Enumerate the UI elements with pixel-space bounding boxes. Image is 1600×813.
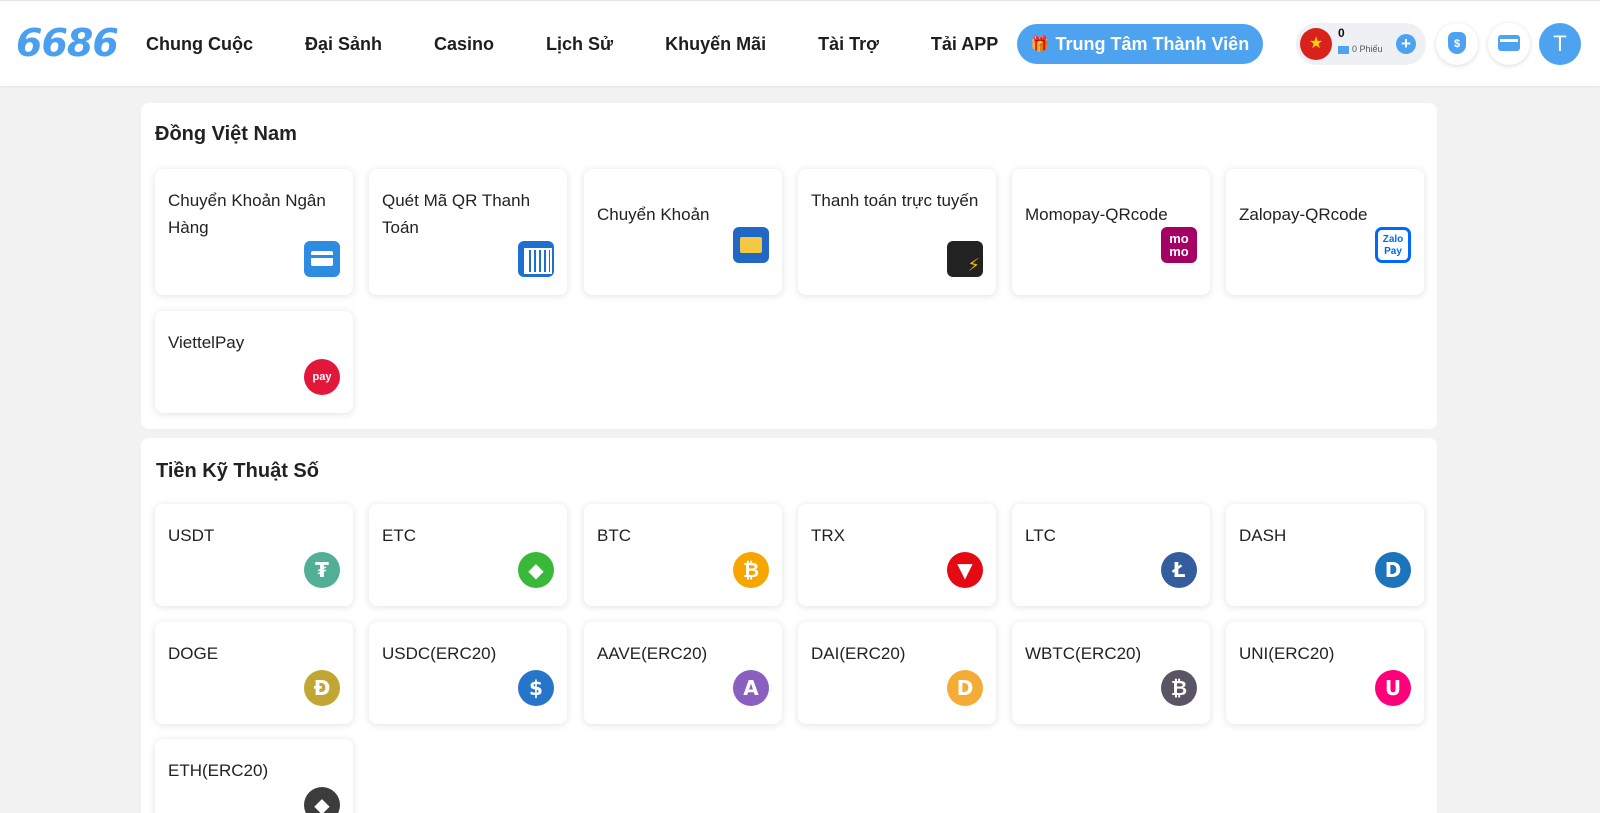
online-payment-icon: [947, 241, 983, 277]
ltc-icon: Ł: [1161, 552, 1197, 588]
coin-card-usdt[interactable]: USDT ₮: [155, 504, 353, 606]
coin-label: ETH(ERC20): [168, 761, 269, 780]
method-label: ViettelPay: [168, 333, 245, 352]
nav-tai-app[interactable]: Tải APP: [931, 34, 998, 55]
coin-label: LTC: [1025, 526, 1056, 545]
coin-card-ltc[interactable]: LTC Ł: [1012, 504, 1210, 606]
method-label: Zalopay-QRcode: [1239, 205, 1368, 224]
qr-code-icon: [518, 241, 554, 277]
ticket-icon: [1338, 45, 1349, 54]
coin-card-etc[interactable]: ETC ◆: [369, 504, 567, 606]
uni-icon: U: [1375, 670, 1411, 706]
coin-card-wbtc-erc20[interactable]: WBTC(ERC20) ₿: [1012, 622, 1210, 724]
coin-card-aave-erc20[interactable]: AAVE(ERC20) A: [584, 622, 782, 724]
coin-card-eth-erc20[interactable]: ETH(ERC20) ◆: [155, 739, 353, 813]
method-zalopay[interactable]: Zalopay-QRcode Zalo Pay: [1226, 169, 1424, 295]
coin-label: USDC(ERC20): [382, 644, 497, 663]
top-header: 6686 Chung Cuộc Đại Sảnh Casino Lịch Sử …: [0, 0, 1600, 86]
coin-card-dai-erc20[interactable]: DAI(ERC20) D: [798, 622, 996, 724]
nav-casino[interactable]: Casino: [434, 34, 494, 55]
momo-icon: mo mo: [1161, 227, 1197, 263]
card-icon: [1498, 35, 1520, 51]
method-viettelpay[interactable]: ViettelPay pay: [155, 311, 353, 413]
gift-icon: 🎁: [1030, 36, 1050, 53]
add-funds-icon[interactable]: +: [1396, 34, 1416, 54]
coin-label: USDT: [168, 526, 215, 545]
btc-icon: ₿: [733, 552, 769, 588]
coin-label: BTC: [597, 526, 631, 545]
method-label: Chuyển Khoản Ngân Hàng: [168, 191, 326, 237]
crypto-section-title: Tiền Kỹ Thuật Số: [156, 460, 319, 482]
nav-tai-tro[interactable]: Tài Trợ: [818, 34, 879, 55]
usdt-icon: ₮: [304, 552, 340, 588]
coin-card-dash[interactable]: DASH D: [1226, 504, 1424, 606]
aave-icon: A: [733, 670, 769, 706]
bank-card-icon: [304, 241, 340, 277]
method-label: Momopay-QRcode: [1025, 205, 1168, 224]
method-transfer[interactable]: Chuyển Khoản: [584, 169, 782, 295]
trx-icon: ▼: [947, 552, 983, 588]
method-label: Chuyển Khoản: [597, 205, 710, 224]
card-button[interactable]: [1488, 23, 1530, 65]
vnd-section-title: Đồng Việt Nam: [155, 123, 297, 145]
crypto-section: Tiền Kỹ Thuật Số USDT ₮ ETC ◆ BTC ₿ TRX ▼ LTC Ł DA…: [141, 438, 1437, 813]
nav-lich-su[interactable]: Lịch Sử: [546, 34, 613, 55]
coin-label: WBTC(ERC20): [1025, 644, 1142, 663]
doge-icon: Ð: [304, 670, 340, 706]
method-online-payment[interactable]: Thanh toán trực tuyến: [798, 169, 996, 295]
method-qr-payment[interactable]: Quét Mã QR Thanh Toán: [369, 169, 567, 295]
coin-label: UNI(ERC20): [1239, 644, 1335, 663]
etc-icon: ◆: [518, 552, 554, 588]
main-nav: Chung Cuộc Đại Sảnh Casino Lịch Sử Khuyế…: [140, 1, 1050, 87]
coin-label: TRX: [811, 526, 845, 545]
coin-label: DOGE: [168, 644, 219, 663]
nav-khuyen-mai[interactable]: Khuyến Mãi: [665, 34, 766, 55]
coin-label: ETC: [382, 526, 416, 545]
wallet-balance[interactable]: ★ 0 0 Phiếu +: [1296, 23, 1426, 65]
dash-icon: D: [1375, 552, 1411, 588]
vietnam-flag-icon: ★: [1300, 28, 1332, 60]
coin-label: DASH: [1239, 526, 1287, 545]
transfer-icon: [733, 227, 769, 263]
coin-card-usdc-erc20[interactable]: USDC(ERC20) $: [369, 622, 567, 724]
member-center-button[interactable]: 🎁 Trung Tâm Thành Viên: [1017, 24, 1263, 64]
vnd-section: Đồng Việt Nam Chuyển Khoản Ngân Hàng Qué…: [141, 103, 1437, 429]
coin-card-uni-erc20[interactable]: UNI(ERC20) U: [1226, 622, 1424, 724]
coin-card-trx[interactable]: TRX ▼: [798, 504, 996, 606]
site-logo[interactable]: 6686: [16, 21, 119, 65]
ticket-count: 0 Phiếu: [1338, 44, 1383, 54]
viettelpay-icon: pay: [304, 359, 340, 395]
method-label: Quét Mã QR Thanh Toán: [382, 191, 531, 237]
coin-card-doge[interactable]: DOGE Ð: [155, 622, 353, 724]
ticket-count-label: 0 Phiếu: [1352, 44, 1383, 54]
user-avatar[interactable]: T: [1539, 23, 1581, 65]
eth-icon: ◆: [304, 787, 340, 813]
wbtc-icon: ₿: [1161, 670, 1197, 706]
dai-icon: D: [947, 670, 983, 706]
money-bag-button[interactable]: $: [1436, 23, 1478, 65]
nav-dai-sanh[interactable]: Đại Sảnh: [305, 34, 382, 55]
nav-chung-cuoc[interactable]: Chung Cuộc: [146, 34, 253, 55]
method-label: Thanh toán trực tuyến: [811, 191, 979, 210]
coin-label: AAVE(ERC20): [597, 644, 708, 663]
method-bank-transfer[interactable]: Chuyển Khoản Ngân Hàng: [155, 169, 353, 295]
balance-amount: 0: [1338, 26, 1345, 40]
usdc-icon: $: [518, 670, 554, 706]
method-momopay[interactable]: Momopay-QRcode mo mo: [1012, 169, 1210, 295]
member-center-label: Trung Tâm Thành Viên: [1055, 33, 1250, 54]
coin-card-btc[interactable]: BTC ₿: [584, 504, 782, 606]
money-bag-icon: $: [1448, 32, 1466, 54]
coin-label: DAI(ERC20): [811, 644, 906, 663]
zalopay-icon: Zalo Pay: [1375, 227, 1411, 263]
